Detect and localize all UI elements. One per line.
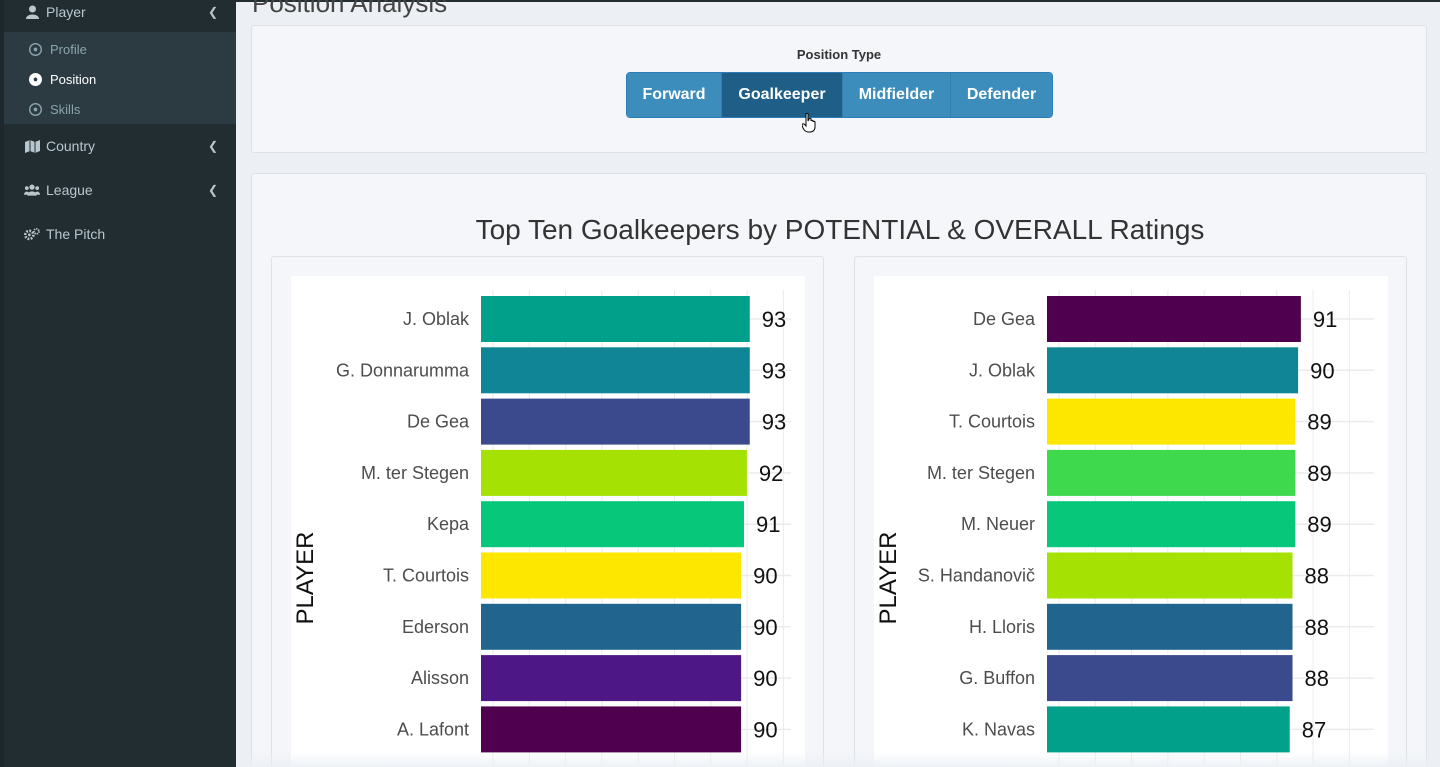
- soccer-ball-icon: [28, 42, 42, 56]
- category-label: Alisson: [411, 668, 469, 688]
- category-label: S. Handanovič: [918, 566, 1035, 586]
- position-type-box: Position Type Forward Goalkeeper Midfiel…: [251, 25, 1427, 153]
- map-icon: [24, 139, 40, 153]
- category-label: M. ter Stegen: [927, 463, 1035, 483]
- sidebar-item-label: The Pitch: [46, 226, 106, 242]
- user-icon: [24, 5, 40, 19]
- category-label: J. Oblak: [969, 360, 1036, 380]
- value-label: 92: [759, 461, 783, 486]
- bar: [1047, 552, 1293, 599]
- defender-button[interactable]: Defender: [951, 73, 1052, 117]
- goalkeeper-button[interactable]: Goalkeeper: [722, 73, 843, 117]
- bar: [1047, 655, 1293, 702]
- category-label: H. Lloris: [969, 617, 1035, 637]
- value-label: 90: [753, 666, 777, 691]
- sidebar-item-position[interactable]: Position: [4, 64, 236, 94]
- hand-cursor-icon: [802, 113, 816, 133]
- sidebar-item-label: Country: [46, 138, 96, 154]
- bar: [481, 501, 744, 548]
- chart-title: Top Ten Goalkeepers by POTENTIAL & OVERA…: [475, 214, 1205, 245]
- sidebar-item-label: Position: [50, 71, 97, 87]
- category-label: J. Oblak: [403, 309, 470, 329]
- bar: [481, 552, 742, 599]
- bottom-fade: [236, 752, 1440, 767]
- value-label: 90: [753, 615, 777, 640]
- value-label: 88: [1305, 564, 1329, 589]
- value-label: 88: [1305, 666, 1329, 691]
- bar: [481, 398, 750, 445]
- midfielder-button[interactable]: Midfielder: [843, 73, 951, 117]
- value-label: 90: [753, 717, 777, 742]
- bar: [481, 347, 750, 394]
- bar: [1047, 347, 1299, 394]
- bar: [1047, 449, 1296, 496]
- y-axis-label: PLAYER: [292, 532, 319, 625]
- chevron-left-icon: ❮: [207, 183, 218, 197]
- forward-button[interactable]: Forward: [627, 73, 722, 117]
- category-label: Ederson: [402, 617, 469, 637]
- users-icon: [24, 184, 40, 196]
- sidebar-item-country[interactable]: Country ❮: [4, 124, 236, 168]
- category-label: T. Courtois: [383, 566, 469, 586]
- sidebar-item-label: League: [46, 182, 93, 198]
- category-label: A. Lafont: [397, 719, 469, 739]
- player-submenu: Profile Position Skills: [4, 32, 236, 124]
- soccer-ball-icon: [28, 102, 42, 116]
- value-label: 89: [1307, 461, 1331, 486]
- category-label: M. ter Stegen: [361, 463, 469, 483]
- value-label: 87: [1302, 717, 1326, 742]
- category-label: De Gea: [973, 309, 1036, 329]
- category-label: De Gea: [407, 412, 470, 432]
- sidebar-item-label: Player: [46, 4, 86, 20]
- sidebar-item-label: Profile: [50, 41, 87, 57]
- soccer-ball-icon: [28, 72, 42, 86]
- category-label: G. Buffon: [959, 668, 1035, 688]
- overall-bar-chart: De Gea 91 J. Oblak 90 T. Courtois 89 M. ter St…: [874, 276, 1388, 767]
- bar: [1047, 398, 1296, 445]
- sidebar-item-label: Skills: [50, 101, 81, 117]
- page-title: Position Analysis: [252, 0, 448, 18]
- value-label: 90: [753, 564, 777, 589]
- position-type-label: Position Type: [796, 47, 882, 62]
- value-label: 89: [1307, 512, 1331, 537]
- main-content: Position Analysis Position Type Forward …: [236, 0, 1440, 767]
- overall-chart-panel: De Gea 91 J. Oblak 90 T. Courtois 89 M. ter St…: [854, 256, 1407, 767]
- bar: [481, 296, 750, 342]
- y-axis-label: PLAYER: [875, 532, 902, 625]
- sidebar-item-profile[interactable]: Profile: [4, 34, 236, 64]
- bar: [1047, 501, 1296, 548]
- value-label: 91: [1313, 307, 1337, 332]
- cogs-icon: [24, 227, 40, 241]
- sidebar-item-player[interactable]: Player ❮: [4, 0, 236, 34]
- value-label: 90: [1310, 358, 1334, 383]
- category-label: M. Neuer: [961, 514, 1035, 534]
- bar: [1047, 706, 1290, 753]
- bar: [481, 706, 742, 753]
- chevron-left-icon: ❮: [207, 139, 218, 153]
- category-label: G. Donnarumma: [336, 360, 470, 380]
- position-type-button-group: Forward Goalkeeper Midfielder Defender: [626, 72, 1053, 118]
- bar: [481, 655, 742, 702]
- bar: [1047, 296, 1301, 342]
- sidebar-item-skills[interactable]: Skills: [4, 94, 236, 124]
- category-label: Kepa: [427, 514, 470, 534]
- sidebar: Player ❮ Profile Position Skills Country: [0, 0, 236, 767]
- value-label: 88: [1305, 615, 1329, 640]
- bar: [481, 449, 747, 496]
- bar: [1047, 603, 1293, 650]
- category-label: T. Courtois: [949, 412, 1035, 432]
- value-label: 93: [762, 307, 786, 332]
- bar: [481, 603, 742, 650]
- potential-bar-chart: J. Oblak 93 G. Donnarumma 93 De Gea 93 M. ter …: [291, 276, 805, 767]
- value-label: 93: [762, 410, 786, 435]
- value-label: 93: [762, 358, 786, 383]
- value-label: 91: [756, 512, 780, 537]
- potential-chart-panel: J. Oblak 93 G. Donnarumma 93 De Gea 93 M. ter …: [271, 256, 824, 767]
- sidebar-item-the-pitch[interactable]: The Pitch: [4, 212, 236, 256]
- value-label: 89: [1307, 410, 1331, 435]
- chevron-left-icon: ❮: [207, 5, 218, 19]
- sidebar-item-league[interactable]: League ❮: [4, 168, 236, 212]
- category-label: K. Navas: [962, 719, 1035, 739]
